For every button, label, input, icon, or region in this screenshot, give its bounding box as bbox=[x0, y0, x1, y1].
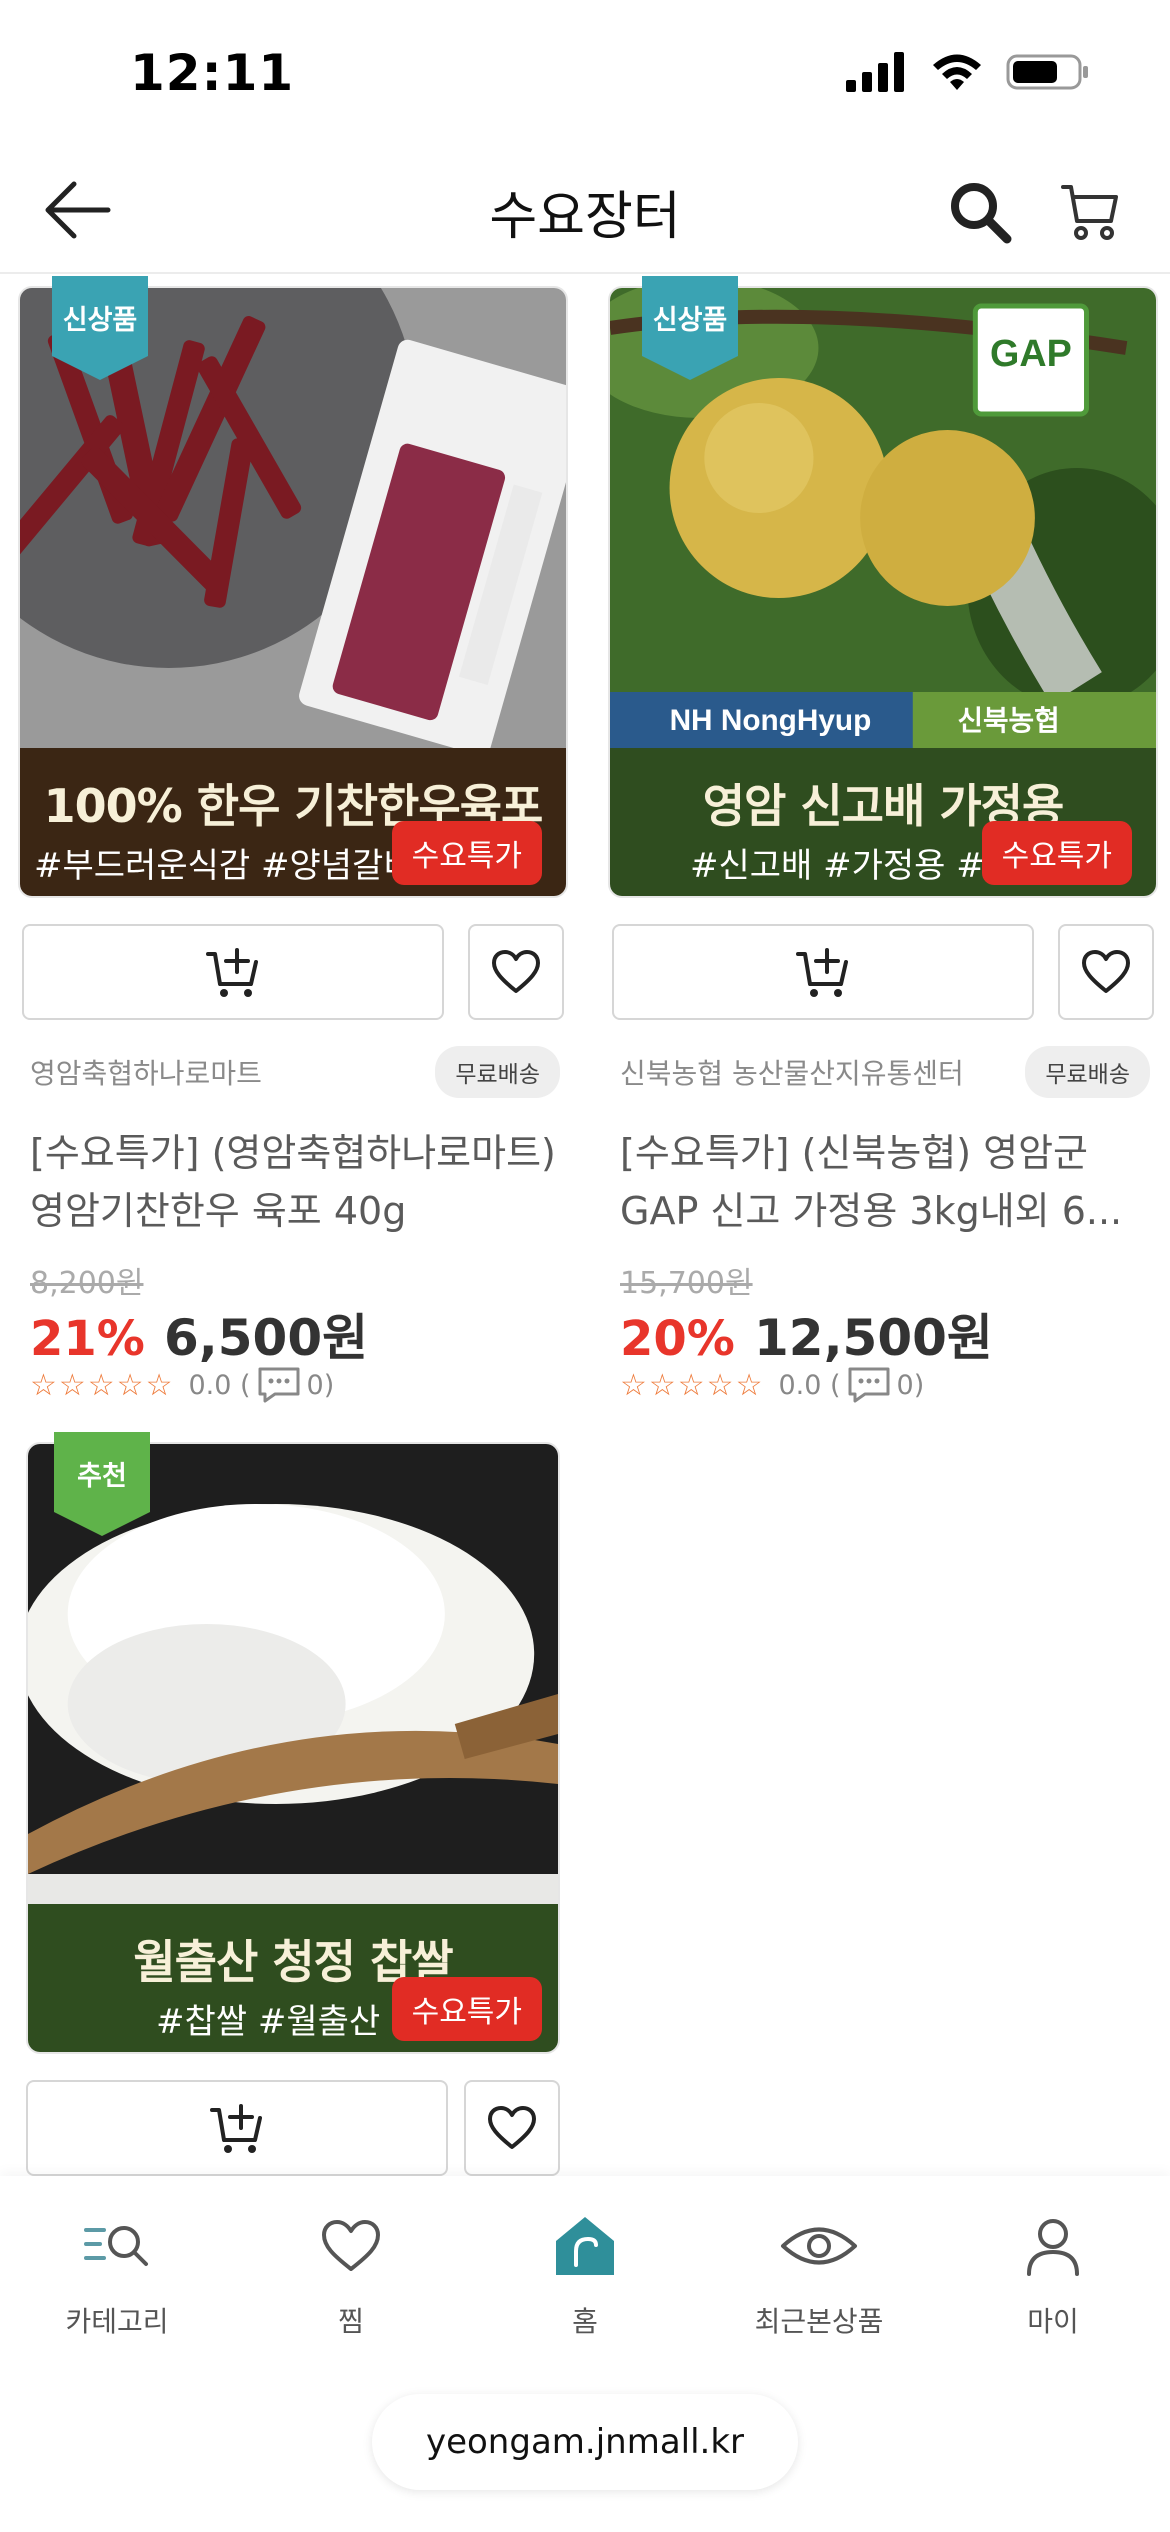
cart-icon bbox=[1061, 185, 1118, 240]
review-count: 0) bbox=[306, 1369, 335, 1401]
nav-label: 최근본상품 bbox=[754, 2305, 884, 2338]
free-shipping-badge: 무료배송 bbox=[435, 1046, 560, 1098]
original-price: 8,200원 bbox=[30, 1266, 144, 1301]
rating-row: ☆☆☆☆☆ 0.0 ( 0) bbox=[620, 1366, 924, 1404]
rating-row: ☆☆☆☆☆ 0.0 ( 0) bbox=[30, 1366, 334, 1404]
nav-home[interactable]: 홈 bbox=[468, 2206, 702, 2340]
url-bar[interactable]: yeongam.jnmall.kr bbox=[372, 2394, 798, 2490]
heart-icon bbox=[1082, 950, 1130, 993]
recommended-badge: 추천 bbox=[54, 1432, 150, 1536]
star-rating-icon: ☆☆☆☆☆ bbox=[620, 1367, 765, 1403]
battery-icon bbox=[1006, 54, 1088, 90]
new-badge: 신상품 bbox=[642, 276, 738, 380]
original-price: 15,700원 bbox=[620, 1266, 753, 1301]
nav-label: 카테고리 bbox=[65, 2305, 169, 2338]
heart-icon bbox=[488, 2106, 536, 2149]
cart-button[interactable] bbox=[1050, 172, 1130, 252]
seller-row: 영암축협하나로마트 무료배송 bbox=[30, 1046, 560, 1098]
wifi-icon bbox=[933, 54, 981, 90]
seller-name: 신북농협 농산물산지유통센터 bbox=[620, 1057, 964, 1090]
search-icon bbox=[951, 183, 1012, 244]
nav-category[interactable]: 카테고리 bbox=[0, 2206, 234, 2340]
status-time: 12:11 bbox=[130, 44, 295, 102]
product-card[interactable]: 100% 한우 기찬한우육포 #부드러운식감 #양념갈비맛 # 신상품 수요특가… bbox=[18, 276, 568, 1406]
gap-logo-text: GAP bbox=[990, 333, 1072, 375]
nav-recent[interactable]: 최근본상품 bbox=[702, 2206, 936, 2340]
nh-logo-text: NH NongHyup bbox=[670, 704, 872, 737]
product-name[interactable]: [수요특가] (신북농협) 영암군 GAP 신고 가정용 3kg내외 6... bbox=[620, 1124, 1150, 1240]
person-icon bbox=[1027, 2219, 1079, 2276]
status-bar: 12:11 bbox=[0, 0, 1170, 150]
price-row: 20% 12,500원 bbox=[620, 1298, 993, 1370]
nav-label: 마이 bbox=[1027, 2305, 1079, 2338]
nav-label: 찜 bbox=[338, 2305, 364, 2338]
review-icon bbox=[258, 1367, 300, 1403]
seller-row: 신북농협 농산물산지유통센터 무료배송 bbox=[620, 1046, 1150, 1098]
wishlist-button[interactable] bbox=[468, 924, 564, 1020]
product-card[interactable]: NH NongHyup 신북농협 GAP 영암 신고배 가정용 #신고배 #가정… bbox=[608, 276, 1158, 1406]
add-to-cart-button[interactable] bbox=[22, 924, 444, 1020]
review-count: 0) bbox=[896, 1369, 925, 1401]
nav-label: 홈 bbox=[572, 2305, 598, 2338]
add-to-cart-button[interactable] bbox=[612, 924, 1034, 1020]
card-actions bbox=[26, 2080, 572, 2176]
app-header: 수요장터 bbox=[0, 150, 1170, 274]
product-card[interactable]: 월출산 청정 찹쌀 #찹쌀 #월출산 #청 추천 수요특가 bbox=[26, 1432, 576, 2182]
sale-chip: 수요특가 bbox=[391, 821, 542, 885]
wishlist-button[interactable] bbox=[1058, 924, 1154, 1020]
discount-rate: 21% bbox=[30, 1311, 145, 1367]
rating-value: 0.0 ( bbox=[778, 1369, 841, 1401]
search-button[interactable] bbox=[940, 172, 1020, 252]
badge-label: 신상품 bbox=[62, 305, 138, 336]
cart-plus-icon bbox=[206, 948, 258, 997]
heart-icon bbox=[322, 2220, 380, 2271]
card-actions bbox=[612, 924, 1158, 1020]
product-name[interactable]: [수요특가] (영암축협하나로마트) 영암기찬한우 육포 40g bbox=[30, 1124, 560, 1240]
sale-chip: 수요특가 bbox=[391, 1977, 542, 2041]
nav-my[interactable]: 마이 bbox=[936, 2206, 1170, 2340]
add-to-cart-button[interactable] bbox=[26, 2080, 448, 2176]
heart-icon bbox=[492, 950, 540, 993]
signal-icon bbox=[846, 52, 904, 92]
cart-plus-icon bbox=[210, 2104, 262, 2153]
rating-value: 0.0 ( bbox=[188, 1369, 251, 1401]
eye-icon bbox=[781, 2227, 857, 2265]
free-shipping-badge: 무료배송 bbox=[1025, 1046, 1150, 1098]
cart-plus-icon bbox=[796, 948, 848, 997]
nav-wishlist[interactable]: 찜 bbox=[234, 2206, 468, 2340]
sale-price: 6,500원 bbox=[163, 1309, 369, 1367]
category-search-icon bbox=[84, 2226, 148, 2266]
sale-chip: 수요특가 bbox=[981, 821, 1132, 885]
bottom-nav: 카테고리 찜 홈 최근본상품 마이 yeongam.jnmall.kr bbox=[0, 2176, 1170, 2532]
star-rating-icon: ☆☆☆☆☆ bbox=[30, 1367, 175, 1403]
review-icon bbox=[848, 1367, 890, 1403]
coop-logo-text: 신북농협 bbox=[957, 704, 1059, 737]
home-icon bbox=[556, 2217, 614, 2275]
discount-rate: 20% bbox=[620, 1311, 735, 1367]
seller-name: 영암축협하나로마트 bbox=[30, 1057, 262, 1090]
badge-label: 추천 bbox=[77, 1461, 127, 1492]
sale-price: 12,500원 bbox=[753, 1309, 993, 1367]
badge-label: 신상품 bbox=[652, 305, 728, 336]
status-icons bbox=[846, 52, 1090, 92]
card-actions bbox=[22, 924, 568, 1020]
price-row: 21% 6,500원 bbox=[30, 1298, 368, 1370]
wishlist-button[interactable] bbox=[464, 2080, 560, 2176]
new-badge: 신상품 bbox=[52, 276, 148, 380]
